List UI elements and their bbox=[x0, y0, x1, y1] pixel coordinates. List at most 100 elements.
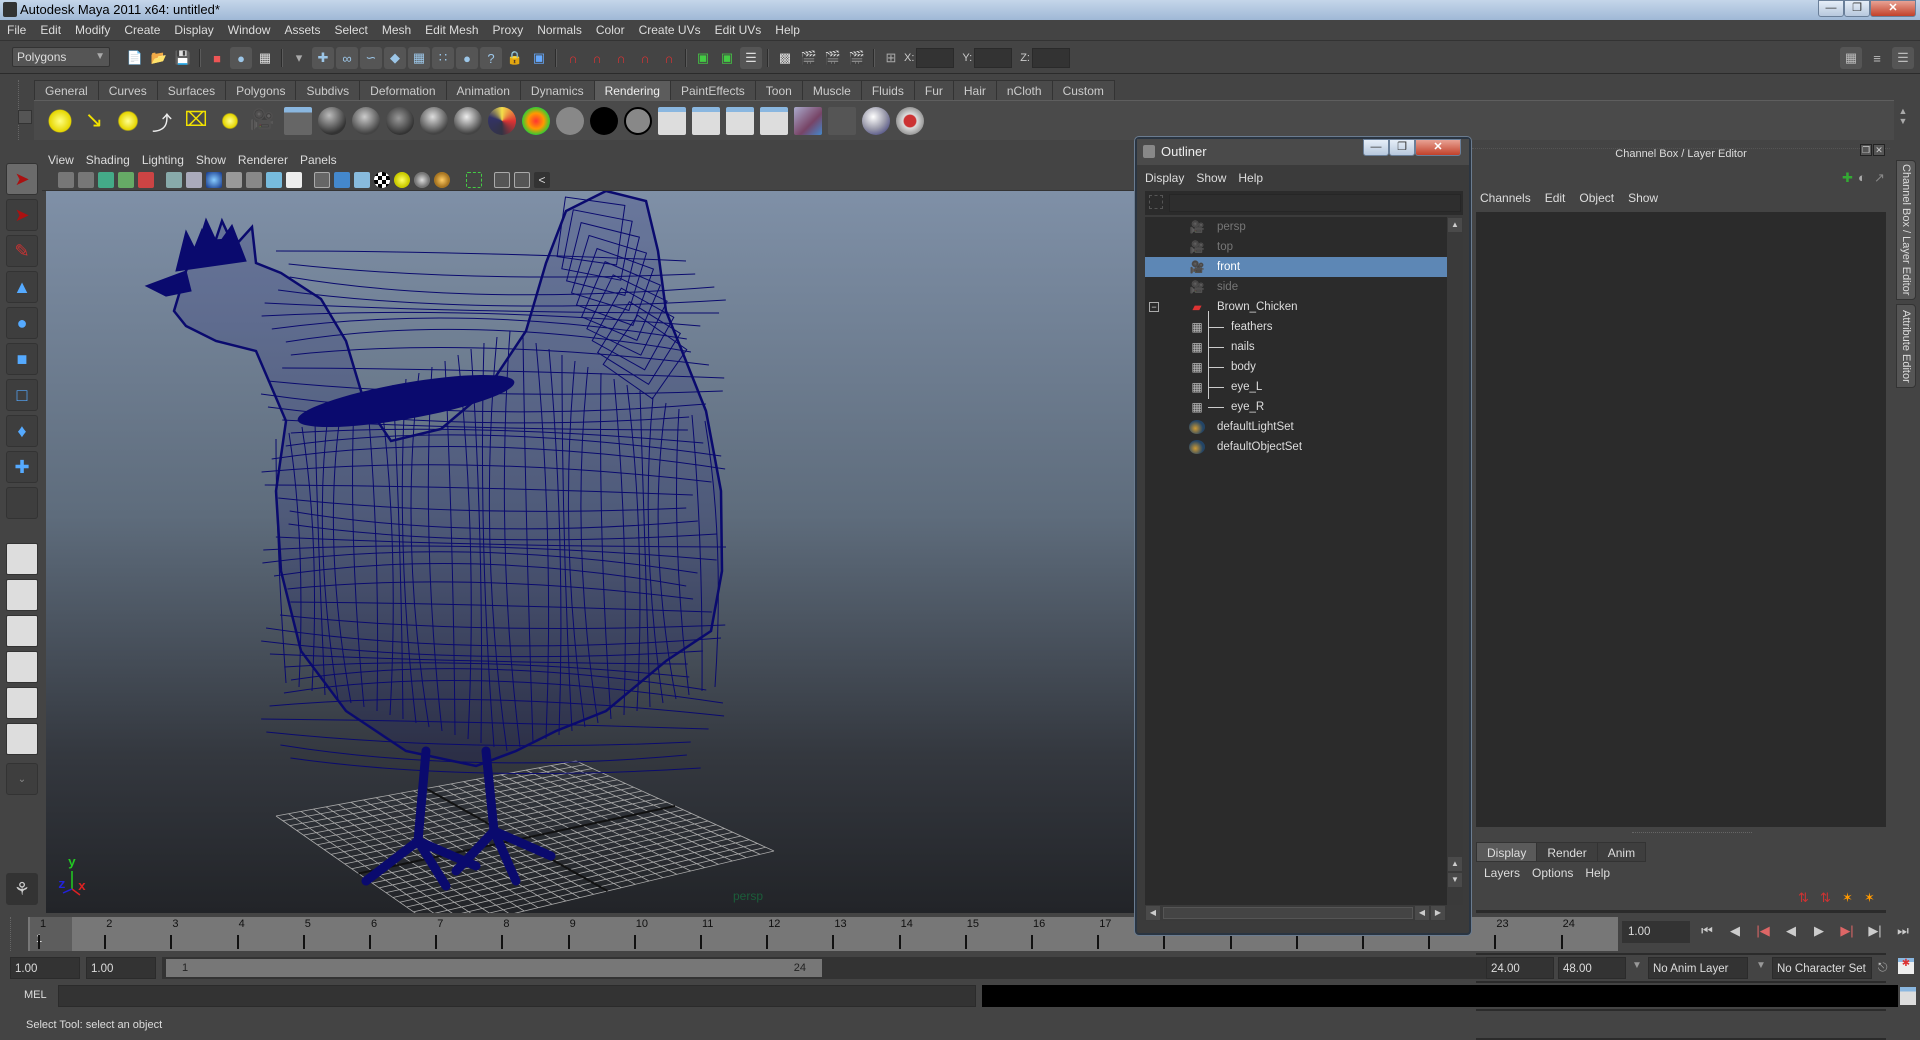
vp-menu-view[interactable]: View bbox=[42, 151, 80, 169]
command-language-label[interactable]: MEL bbox=[24, 989, 47, 1001]
outliner-item-top[interactable]: 🎥 top bbox=[1145, 237, 1447, 257]
side-tab-channel-box[interactable]: Channel Box / Layer Editor bbox=[1896, 160, 1916, 300]
layer-menu-help[interactable]: Help bbox=[1585, 866, 1610, 880]
float-panel-icon[interactable]: ❐ bbox=[1860, 144, 1872, 156]
render-view-icon[interactable] bbox=[658, 107, 686, 135]
move-tool[interactable]: ▲ bbox=[6, 271, 38, 303]
vp-menu-lighting[interactable]: Lighting bbox=[136, 151, 190, 169]
tool-settings-toggle-icon[interactable]: ≡ bbox=[1866, 47, 1888, 69]
playback-end-field[interactable]: 24.00 bbox=[1486, 957, 1554, 979]
outliner-minimize-button[interactable]: — bbox=[1363, 139, 1389, 156]
animation-end-field[interactable]: 48.00 bbox=[1558, 957, 1626, 979]
menu-mesh[interactable]: Mesh bbox=[375, 20, 418, 41]
character-set-field[interactable]: No Character Set bbox=[1772, 957, 1872, 979]
script-editor-icon[interactable] bbox=[1900, 987, 1916, 1005]
x-field[interactable] bbox=[916, 48, 955, 68]
outliner-item-default-object-set[interactable]: defaultObjectSet bbox=[1145, 437, 1447, 457]
perspective-viewport[interactable]: y x z persp bbox=[46, 191, 1134, 913]
shelf-tab-ncloth[interactable]: nCloth bbox=[995, 80, 1053, 100]
close-button[interactable]: ✕ bbox=[1870, 0, 1916, 17]
lambert-shader-icon[interactable] bbox=[352, 107, 380, 135]
current-frame-field[interactable]: 1.00 bbox=[1622, 921, 1690, 943]
blinn-shader-icon[interactable] bbox=[318, 107, 346, 135]
playback-start-field[interactable]: 1.00 bbox=[86, 957, 156, 979]
go-to-end-button[interactable]: ⏭ bbox=[1892, 923, 1914, 943]
scroll-down-button[interactable]: ▼ bbox=[1448, 873, 1462, 887]
step-forward-key-button[interactable]: ▶| bbox=[1864, 923, 1886, 943]
outliner-item-eye-l[interactable]: ▦ eye_L bbox=[1145, 377, 1447, 397]
animation-preferences-icon[interactable]: ✱ bbox=[1898, 958, 1914, 974]
select-misc-icon[interactable]: ? bbox=[480, 47, 502, 69]
shelf-tab-polygons[interactable]: Polygons bbox=[225, 80, 297, 100]
shading-map-icon[interactable] bbox=[624, 107, 652, 135]
phonge-shader-icon[interactable] bbox=[420, 107, 448, 135]
render-settings-icon[interactable]: 🎬 bbox=[846, 47, 868, 69]
cb-menu-object[interactable]: Object bbox=[1579, 191, 1614, 205]
layout-menu-button[interactable]: ⌄ bbox=[6, 763, 38, 795]
playback-range-handle[interactable]: 1 24 bbox=[166, 959, 822, 977]
spot-light-icon[interactable]: ⤴ bbox=[148, 107, 176, 135]
make-live-icon[interactable]: ∩ bbox=[658, 47, 680, 69]
close-panel-icon[interactable]: ✕ bbox=[1873, 144, 1885, 156]
z-field[interactable] bbox=[1031, 48, 1070, 68]
area-light-icon[interactable]: ⌧ bbox=[182, 107, 210, 135]
menu-edit-uvs[interactable]: Edit UVs bbox=[708, 20, 769, 41]
outliner-item-side[interactable]: 🎥 side bbox=[1145, 277, 1447, 297]
step-back-frame-button[interactable]: |◀ bbox=[1752, 923, 1774, 943]
select-joints-icon[interactable]: ∞ bbox=[336, 47, 358, 69]
outliner-menu-display[interactable]: Display bbox=[1145, 171, 1184, 185]
shelf-tab-muscle[interactable]: Muscle bbox=[801, 80, 862, 100]
create-empty-layer-icon[interactable]: ✶ bbox=[1842, 890, 1853, 906]
move-layer-down-icon[interactable]: ⇅ bbox=[1820, 890, 1831, 906]
shelf-tab-dynamics[interactable]: Dynamics bbox=[519, 80, 595, 100]
select-by-hierarchy-icon[interactable]: ■ bbox=[206, 47, 228, 69]
select-deformations-icon[interactable]: ▦ bbox=[408, 47, 430, 69]
snap-to-view-planes-icon[interactable]: ∩ bbox=[634, 47, 656, 69]
camera-icon[interactable]: 🎥 bbox=[248, 107, 276, 135]
collapse-toggle-icon[interactable]: − bbox=[1149, 302, 1159, 312]
directional-light-icon[interactable]: ↘ bbox=[80, 107, 108, 135]
range-bar[interactable]: 1 24 bbox=[162, 957, 1486, 979]
film-gate-icon[interactable] bbox=[186, 172, 202, 188]
shelf-tab-general[interactable]: General bbox=[34, 80, 99, 100]
outliner-item-nails[interactable]: ▦ nails bbox=[1145, 337, 1447, 357]
menu-set-dropdown[interactable]: Polygons ▼ bbox=[12, 47, 110, 67]
outliner-title-bar[interactable]: Outliner — ❐ ✕ bbox=[1137, 139, 1469, 165]
minimize-button[interactable]: — bbox=[1818, 0, 1844, 17]
safe-title-icon[interactable] bbox=[286, 172, 302, 188]
select-surfaces-icon[interactable]: ◆ bbox=[384, 47, 406, 69]
four-view-layout-button[interactable] bbox=[6, 579, 38, 611]
shelf-tab-deformation[interactable]: Deformation bbox=[359, 80, 447, 100]
snap-to-grids-icon[interactable]: ∩ bbox=[562, 47, 584, 69]
play-backward-button[interactable]: ◀ bbox=[1780, 923, 1802, 943]
channel-box-area[interactable] bbox=[1476, 212, 1886, 827]
safe-action-icon[interactable] bbox=[266, 172, 282, 188]
persp-outliner-layout-button[interactable] bbox=[6, 615, 38, 647]
save-scene-icon[interactable]: 💾 bbox=[172, 47, 194, 69]
side-tab-attribute-editor[interactable]: Attribute Editor bbox=[1896, 304, 1916, 388]
universal-manipulator-tool[interactable]: □ bbox=[6, 379, 38, 411]
volume-light-icon[interactable] bbox=[216, 107, 244, 135]
camera-attributes-icon[interactable] bbox=[78, 172, 94, 188]
shelf-tab-curves[interactable]: Curves bbox=[97, 80, 158, 100]
outliner-menu-show[interactable]: Show bbox=[1196, 171, 1226, 185]
select-handles-icon[interactable]: ✚ bbox=[312, 47, 334, 69]
use-background-icon[interactable] bbox=[590, 107, 618, 135]
select-rendering-icon[interactable]: ● bbox=[456, 47, 478, 69]
shelf-tab-toon[interactable]: Toon bbox=[754, 80, 803, 100]
shadows-icon[interactable] bbox=[434, 172, 450, 188]
paint-select-tool[interactable]: ✎ bbox=[6, 235, 38, 267]
select-tool[interactable]: ➤ bbox=[6, 163, 38, 195]
pane-splitter[interactable] bbox=[1632, 832, 1752, 836]
grid-toggle-icon[interactable] bbox=[166, 172, 182, 188]
scale-tool[interactable]: ■ bbox=[6, 343, 38, 375]
vp-menu-shading[interactable]: Shading bbox=[80, 151, 136, 169]
create-layer-from-selected-icon[interactable]: ✶ bbox=[1864, 890, 1875, 906]
shelf-tab-painteffects[interactable]: PaintEffects bbox=[669, 80, 756, 100]
render-settings-icon[interactable] bbox=[794, 107, 822, 135]
outliner-close-button[interactable]: ✕ bbox=[1415, 139, 1461, 156]
layered-shader-icon[interactable] bbox=[522, 107, 550, 135]
soft-modification-tool[interactable]: ♦ bbox=[6, 415, 38, 447]
outliner-horizontal-scrollbar[interactable]: ◀ ◀ ▶ bbox=[1145, 905, 1447, 921]
menu-create[interactable]: Create bbox=[117, 20, 167, 41]
